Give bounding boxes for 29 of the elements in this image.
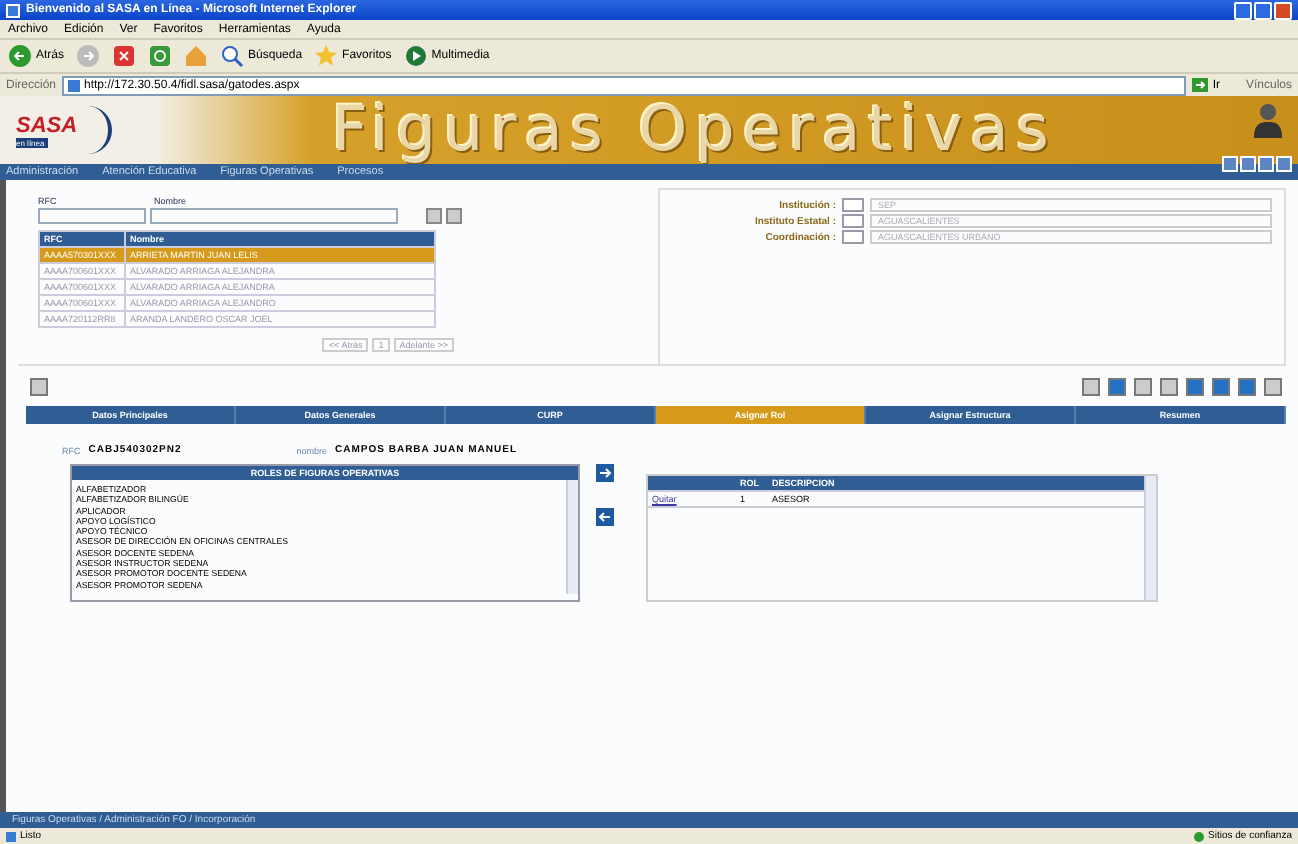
go-icon[interactable]: [1192, 78, 1209, 92]
stop-icon[interactable]: [112, 44, 137, 68]
remove-arrow-icon[interactable]: [596, 508, 614, 526]
add-arrow-icon[interactable]: [596, 464, 614, 482]
star-icon[interactable]: [314, 44, 339, 68]
back-icon[interactable]: [8, 44, 32, 68]
code-field[interactable]: [842, 214, 864, 228]
banner-title: Figuras Operativas: [332, 94, 1057, 166]
column-header: [648, 476, 736, 491]
new-button[interactable]: [30, 377, 48, 395]
name-field[interactable]: [150, 208, 398, 224]
code-field[interactable]: [842, 230, 864, 244]
media-icon[interactable]: [403, 44, 428, 68]
page-icon[interactable]: [68, 79, 81, 91]
check-icon[interactable]: [1194, 831, 1205, 841]
scrollbar[interactable]: [1144, 476, 1156, 600]
maximize-button[interactable]: [1254, 1, 1272, 19]
clear-button[interactable]: [446, 208, 462, 224]
minimize-button[interactable]: [1234, 1, 1252, 19]
window-icon[interactable]: [6, 3, 20, 17]
page-icon[interactable]: [6, 831, 16, 841]
search-icon[interactable]: [220, 44, 245, 68]
search-button[interactable]: [426, 208, 442, 224]
rfc-field[interactable]: [38, 208, 146, 224]
user-icon[interactable]: [1254, 102, 1282, 138]
scrollbar[interactable]: [566, 480, 578, 594]
close-button[interactable]: [1274, 1, 1292, 19]
code-field[interactable]: [842, 198, 864, 212]
refresh-icon[interactable]: [148, 44, 173, 68]
